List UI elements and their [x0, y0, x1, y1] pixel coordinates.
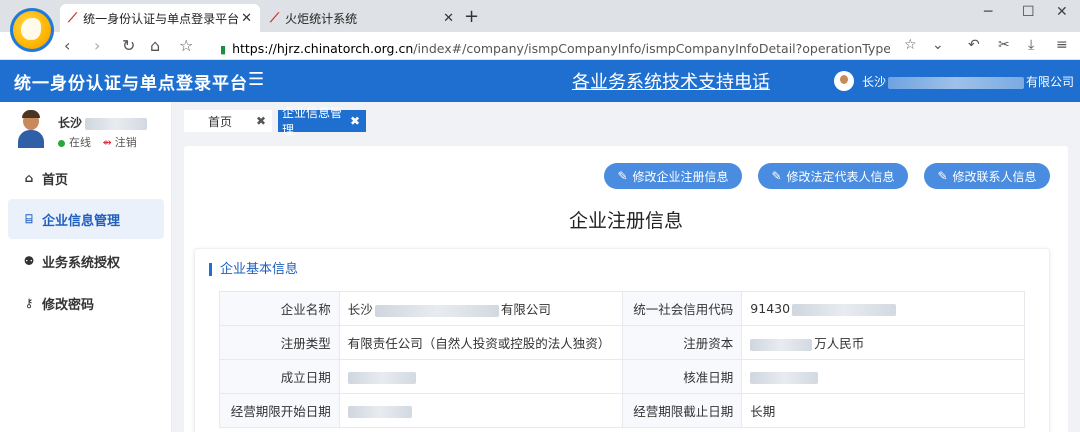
forward-icon[interactable]: › [94, 36, 100, 55]
field-value: 长沙 有限公司 [338, 291, 623, 326]
field-value [338, 359, 623, 394]
key-icon: ⚷ [24, 296, 34, 310]
browser-tab-title: 火炬统计系统 [285, 11, 358, 26]
sidebar: 长沙 在线 ⇴ 注销 ⌂ 首页 ⌸ 企业信息管理 ⚉ 业务系统授权 ⚷ 修改密码 [0, 102, 172, 432]
field-label: 注册类型 [219, 325, 340, 360]
field-value: 有限责任公司（自然人投资或控股的法人独资） [338, 325, 623, 360]
reload-icon[interactable]: ↻ [122, 36, 135, 55]
company-info-table: 企业名称 长沙 有限公司 统一社会信用代码 91430 注册类型 有限责任公司（自… [219, 291, 1025, 428]
field-value [741, 359, 1025, 394]
field-label: 注册资本 [621, 325, 743, 360]
close-icon[interactable]: ✕ [241, 11, 252, 26]
edit-contact-button[interactable]: ✎ 修改联系人信息 [924, 163, 1050, 189]
field-label: 成立日期 [219, 359, 340, 394]
field-value: 万人民币 [741, 325, 1025, 360]
scissors-icon[interactable]: ✂ [998, 37, 1010, 53]
pencil-icon: ✎ [617, 169, 628, 183]
new-tab-button[interactable]: + [464, 6, 479, 27]
bank-icon: ⌸ [25, 211, 33, 226]
redacted-text [888, 76, 1025, 89]
favorite-star-icon[interactable]: ☆ [904, 37, 917, 53]
window-close-icon[interactable]: ✕ [1056, 4, 1068, 20]
redacted-text [792, 303, 897, 316]
browser-tab-title: 统一身份认证与单点登录平台 [83, 11, 240, 26]
back-icon[interactable]: ‹ [64, 36, 70, 55]
field-value: 长期 [741, 393, 1025, 428]
page-title: 企业注册信息 [568, 210, 683, 232]
redacted-text [374, 304, 499, 317]
edit-registration-button[interactable]: ✎ 修改企业注册信息 [604, 163, 742, 189]
header-company-name[interactable]: 长沙 有限公司 [862, 73, 1074, 90]
download-icon[interactable]: ⤓ [1028, 37, 1034, 53]
table-row: 企业名称 长沙 有限公司 统一社会信用代码 91430 [219, 291, 1025, 326]
field-label: 经营期限截止日期 [621, 393, 743, 428]
header-avatar[interactable] [834, 71, 854, 91]
browser-tab-bar: ⟋ 统一身份认证与单点登录平台 ✕ ⟋ 火炬统计系统 ✕ + ─ ☐ ✕ [0, 0, 1080, 32]
logout-link[interactable]: 注销 [115, 136, 137, 149]
support-phone-link[interactable]: 各业务系统技术支持电话 [572, 68, 770, 94]
hamburger-menu-icon[interactable]: ☰ [248, 69, 264, 90]
sidebar-item-company-info[interactable]: ⌸ 企业信息管理 [8, 199, 164, 239]
undo-icon[interactable]: ↶ [968, 37, 980, 53]
redacted-text [750, 338, 813, 351]
home-icon: ⌂ [24, 171, 34, 185]
app-header: 统一身份认证与单点登录平台 ☰ 各业务系统技术支持电话 长沙 有限公司 [0, 60, 1080, 102]
bookmark-star-icon[interactable]: ☆ [179, 36, 193, 55]
address-bar: ‹ › ↻ ⌂ ☆ ▮ https://hjrz.chinatorch.org.c… [0, 32, 1080, 60]
redacted-text [750, 371, 819, 384]
logout-icon[interactable]: ⇴ [103, 136, 112, 149]
field-label: 经营期限开始日期 [219, 393, 340, 428]
torch-favicon-icon: ⟋ [270, 10, 280, 26]
maximize-icon[interactable]: ☐ [1022, 4, 1035, 20]
torch-favicon-icon: ⟋ [68, 10, 78, 26]
chevron-down-icon[interactable]: ⌄ [932, 37, 944, 53]
tab-home[interactable]: 首页 ✖ [184, 110, 272, 132]
sidebar-item-home[interactable]: ⌂ 首页 [8, 158, 164, 198]
content-card: ✎ 修改企业注册信息 ✎ 修改法定代表人信息 ✎ 修改联系人信息 企业注册信息 企业基… [184, 146, 1068, 432]
basic-info-section: 企业基本信息 企业名称 长沙 有限公司 统一社会信用代码 91430 注册类型 有… [194, 248, 1050, 432]
browser-tab-torch-stats[interactable]: ⟋ 火炬统计系统 ✕ [262, 4, 462, 32]
redacted-text [347, 405, 412, 418]
table-row: 经营期限开始日期 经营期限截止日期 长期 [219, 393, 1025, 428]
field-label: 企业名称 [219, 291, 340, 326]
user-name: 长沙 [58, 114, 148, 131]
home-page-icon[interactable]: ⌂ [150, 36, 160, 55]
section-title: 企业基本信息 [209, 263, 298, 276]
edit-legal-rep-button[interactable]: ✎ 修改法定代表人信息 [758, 163, 908, 189]
close-icon[interactable]: ✕ [443, 11, 454, 26]
avatar [16, 110, 46, 148]
field-value: 91430 [741, 291, 1025, 326]
user-status: 在线 ⇴ 注销 [58, 134, 137, 150]
sidebar-item-change-password[interactable]: ⚷ 修改密码 [8, 283, 164, 323]
menu-icon[interactable]: ≡ [1056, 37, 1068, 53]
minimize-icon[interactable]: ─ [984, 4, 992, 20]
close-icon[interactable]: ✖ [256, 114, 266, 128]
field-value [338, 393, 623, 428]
tab-company-info[interactable]: 企业信息管理 ✖ [278, 106, 366, 137]
main-content: 首页 ✖ 企业信息管理 ✖ ✎ 修改企业注册信息 ✎ 修改法定代表人信息 ✎ 修改联系… [172, 102, 1080, 432]
sidebar-item-system-auth[interactable]: ⚉ 业务系统授权 [8, 241, 164, 281]
browser-tab-sso[interactable]: ⟋ 统一身份认证与单点登录平台 ✕ [60, 4, 260, 32]
field-label: 统一社会信用代码 [621, 291, 743, 326]
pencil-icon: ✎ [937, 169, 948, 183]
online-dot-icon [58, 139, 65, 147]
table-row: 注册类型 有限责任公司（自然人投资或控股的法人独资） 注册资本 万人民币 [219, 325, 1025, 360]
url-field[interactable]: ▮ https://hjrz.chinatorch.org.cn/index#/c… [220, 38, 890, 57]
redacted-text [347, 371, 416, 384]
app-title: 统一身份认证与单点登录平台 [14, 74, 248, 94]
table-row: 成立日期 核准日期 [219, 359, 1025, 394]
users-icon: ⚉ [23, 254, 35, 268]
redacted-text [85, 117, 148, 130]
close-icon[interactable]: ✖ [350, 114, 360, 128]
field-label: 核准日期 [621, 359, 743, 394]
pencil-icon: ✎ [771, 169, 782, 183]
lock-icon: ▮ [220, 43, 227, 56]
browser-logo-icon [10, 8, 54, 52]
